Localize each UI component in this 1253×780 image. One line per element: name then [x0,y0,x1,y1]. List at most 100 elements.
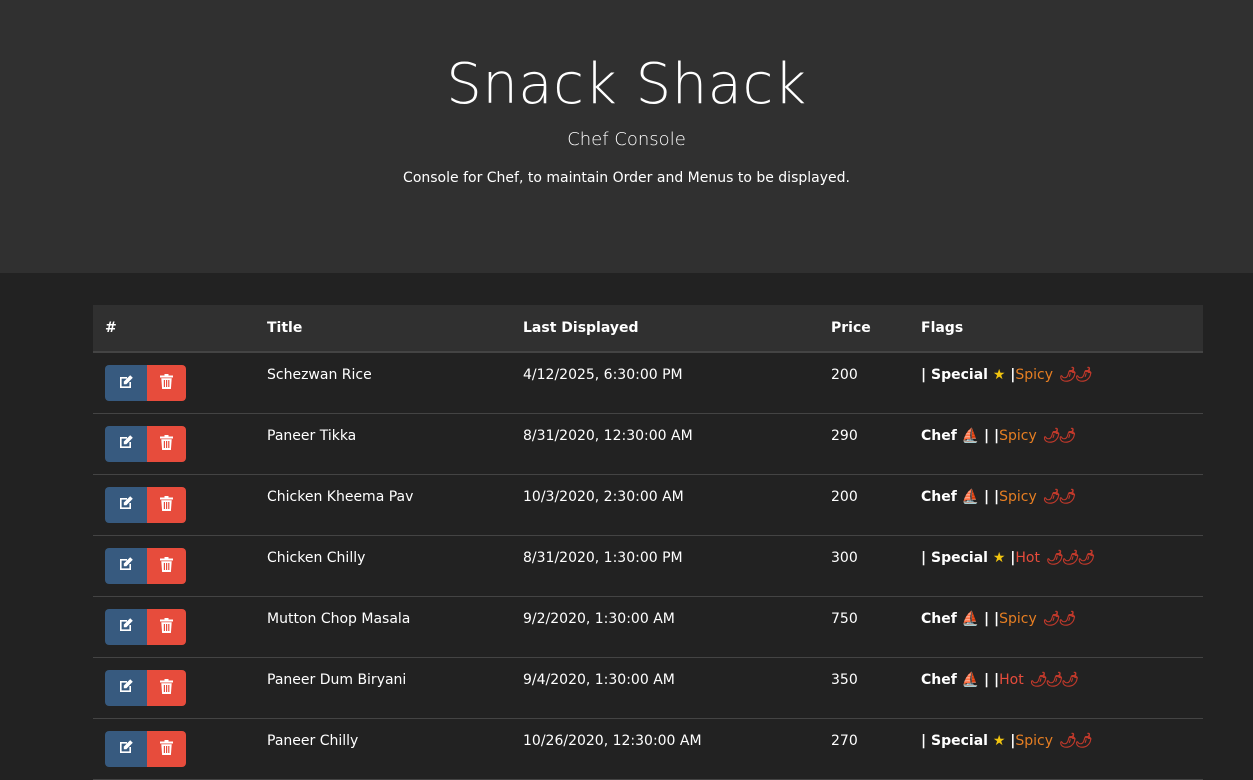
delete-button[interactable] [147,608,186,645]
row-actions [93,413,255,475]
page-description: Console for Chef, to maintain Order and … [403,170,850,186]
table-row: Chicken Kheema Pav 10/3/2020, 2:30:00 AM 2… [93,474,1203,536]
delete-button[interactable] [147,669,186,706]
trash-icon [160,678,173,697]
column-header-title: Title [255,305,511,353]
row-actions [93,535,255,597]
trash-icon [160,617,173,636]
star-icon: ★ [992,367,1006,383]
chef-hat-icon: ⛵ [961,427,980,444]
row-title: Paneer Dum Biryani [255,657,511,719]
row-last-displayed: 9/2/2020, 1:30:00 AM [511,596,819,658]
chef-label: Chef [921,610,957,627]
edit-icon [118,556,134,575]
row-title: Mutton Chop Masala [255,596,511,658]
row-flags: | Special ★ |Hot 🌶🌶🌶 [909,535,1203,597]
row-title: Chicken Chilly [255,535,511,597]
heat-label: Spicy [1015,732,1054,749]
chilli-icon: 🌶🌶 [1042,427,1077,444]
edit-icon [118,739,134,758]
chilli-icon: 🌶🌶 [1042,610,1077,627]
edit-button[interactable] [105,486,147,523]
action-button-group [105,365,186,401]
chef-hat-icon: ⛵ [961,488,980,505]
trash-icon [160,434,173,453]
row-actions [93,352,255,414]
row-price: 290 [819,413,909,475]
row-price: 200 [819,474,909,536]
chef-hat-icon: ⛵ [961,610,980,627]
table-row: Mutton Chop Masala 9/2/2020, 1:30:00 AM 75… [93,596,1203,658]
action-button-group [105,547,186,584]
row-flags: Chef ⛵ | |Hot 🌶🌶🌶 [909,657,1203,719]
chef-hat-icon: ⛵ [961,671,980,688]
edit-button[interactable] [105,669,147,706]
heat-label: Spicy [999,488,1037,505]
edit-icon [118,678,134,697]
row-last-displayed: 8/31/2020, 1:30:00 PM [511,535,819,597]
star-icon: ★ [992,549,1006,566]
column-header-price: Price [819,305,909,353]
edit-icon [118,617,134,636]
row-title: Chicken Kheema Pav [255,474,511,536]
edit-button[interactable] [105,425,147,462]
row-price: 200 [819,352,909,414]
chilli-icon: 🌶🌶 [1059,367,1093,383]
edit-icon [118,374,134,393]
row-price: 350 [819,657,909,719]
row-price: 300 [819,535,909,597]
column-header-index: # [93,305,255,353]
chilli-icon: 🌶🌶🌶 [1029,671,1079,688]
table-row: Paneer Dum Biryani 9/4/2020, 1:30:00 AM 35… [93,657,1203,719]
table-row: Schezwan Rice 4/12/2025, 6:30:00 PM 200 | S… [93,352,1203,414]
page-header: Snack Shack Chef Console Console for Che… [0,0,1253,273]
table-header-row: # Title Last Displayed Price Flags [93,305,1203,353]
trash-icon [160,739,173,758]
heat-label: Hot [999,671,1024,688]
column-header-last-displayed: Last Displayed [511,305,819,353]
row-last-displayed: 8/31/2020, 12:30:00 AM [511,413,819,475]
row-title: Paneer Tikka [255,413,511,475]
table-row: Paneer Chilly 10/26/2020, 12:30:00 AM 270 |… [93,718,1203,780]
trash-icon [160,556,173,575]
edit-button[interactable] [105,365,147,401]
chef-label: Chef [921,488,957,505]
chilli-icon: 🌶🌶 [1059,732,1093,749]
edit-button[interactable] [105,547,147,584]
row-flags: | Special ★ |Spicy 🌶🌶 [909,352,1203,414]
row-title: Paneer Chilly [255,718,511,780]
trash-icon [160,495,173,514]
row-last-displayed: 4/12/2025, 6:30:00 PM [511,352,819,414]
special-label: Special [931,732,988,749]
edit-button[interactable] [105,730,147,767]
chef-label: Chef [921,671,957,688]
special-label: Special [931,367,988,383]
row-price: 750 [819,596,909,658]
edit-button[interactable] [105,608,147,645]
edit-icon [118,434,134,453]
row-actions [93,657,255,719]
delete-button[interactable] [147,365,186,401]
menu-table: # Title Last Displayed Price Flags Schez… [93,305,1203,780]
row-flags: Chef ⛵ | |Spicy 🌶🌶 [909,413,1203,475]
chilli-icon: 🌶🌶 [1042,488,1077,505]
star-icon: ★ [992,732,1006,749]
row-flags: Chef ⛵ | |Spicy 🌶🌶 [909,474,1203,536]
row-flags: Chef ⛵ | |Spicy 🌶🌶 [909,596,1203,658]
row-last-displayed: 9/4/2020, 1:30:00 AM [511,657,819,719]
heat-label: Spicy [999,610,1037,627]
row-last-displayed: 10/26/2020, 12:30:00 AM [511,718,819,780]
delete-button[interactable] [147,486,186,523]
page-subtitle: Chef Console [567,129,686,150]
special-label: Special [931,549,988,566]
action-button-group [105,425,186,462]
delete-button[interactable] [147,425,186,462]
action-button-group [105,486,186,523]
row-actions [93,474,255,536]
chef-label: Chef [921,427,957,444]
delete-button[interactable] [147,547,186,584]
column-header-flags: Flags [909,305,1203,353]
delete-button[interactable] [147,730,186,767]
action-button-group [105,730,186,767]
row-actions [93,596,255,658]
